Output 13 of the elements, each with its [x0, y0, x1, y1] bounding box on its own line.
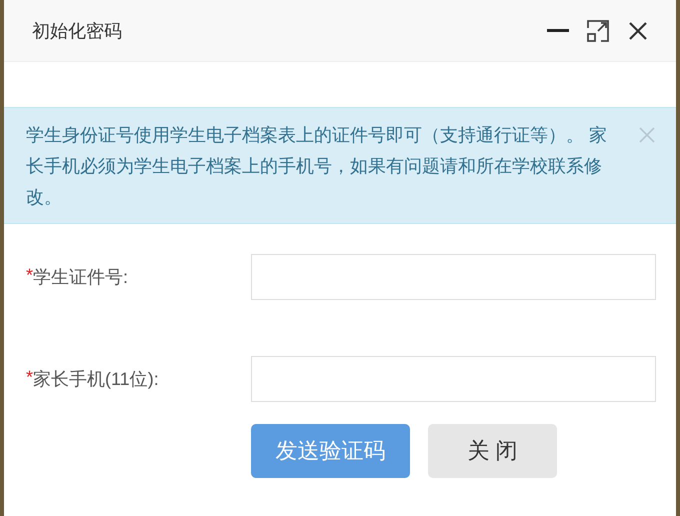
- input-field[interactable]: [251, 254, 656, 300]
- close-icon: [629, 22, 647, 40]
- input-field[interactable]: [251, 356, 656, 402]
- field-label: 家长手机(11位):: [33, 368, 159, 391]
- maximize-icon: [587, 20, 609, 42]
- maximize-button[interactable]: [586, 18, 610, 42]
- required-mark: *: [26, 367, 34, 389]
- close-dialog-button[interactable]: 关 闭: [428, 424, 557, 478]
- field-label: 学生证件号:: [33, 266, 128, 289]
- required-mark: *: [26, 265, 34, 287]
- alert-text: 学生身份证号使用学生电子档案表上的证件号即可（支持通行证等）。 家长手机必须为学生电子档案上的手机号，如果有问题请和所在学校联系修改。: [26, 124, 608, 209]
- dialog-title: 初始化密码: [32, 20, 123, 42]
- minimize-icon: [547, 28, 569, 32]
